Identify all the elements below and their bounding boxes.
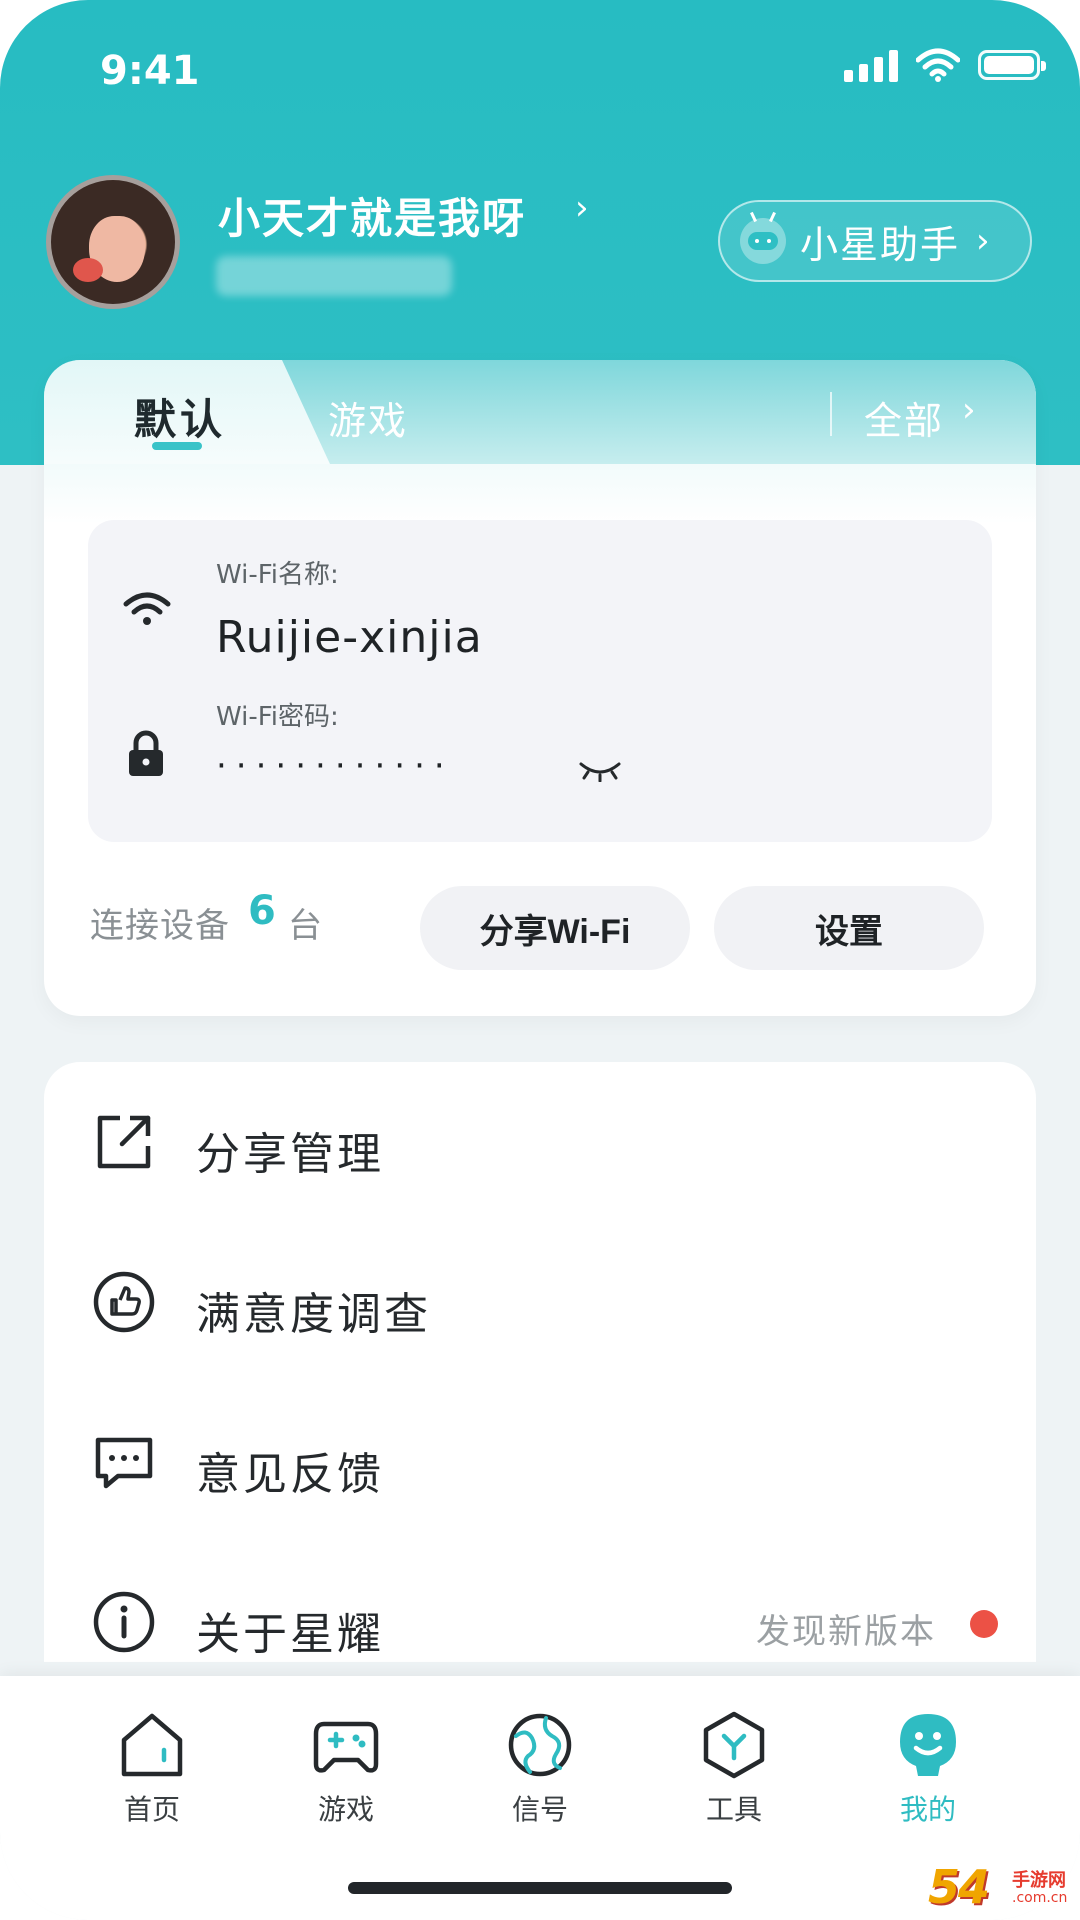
avatar[interactable] xyxy=(46,175,180,309)
tab-all-chevron-icon: › xyxy=(962,390,976,430)
nav-item-tools[interactable]: 工具 xyxy=(654,1710,814,1830)
lock-icon xyxy=(129,730,163,776)
nav-item-games[interactable]: 游戏 xyxy=(266,1710,426,1830)
new-version-note: 发现新版本 xyxy=(756,1612,936,1652)
site-watermark: 54 手游网 .com.cn xyxy=(928,1860,1074,1916)
tab-active-indicator xyxy=(152,442,202,450)
tab-default-label[interactable]: 默认 xyxy=(134,386,226,447)
tab-divider xyxy=(830,392,832,436)
menu-item-share-management[interactable]: 分享管理 xyxy=(44,1062,1036,1222)
username-chevron-icon: › xyxy=(575,188,589,228)
home-icon xyxy=(121,1713,183,1777)
gamepad-icon xyxy=(313,1721,379,1773)
wifi-status-icon xyxy=(916,48,960,82)
wifi-card: 默认 游戏 全部 › Wi-Fi名称: Ruijie-xinjia Wi-Fi密… xyxy=(44,360,1036,1016)
assistant-button[interactable]: 小星助手 › xyxy=(718,200,1032,282)
assistant-label: 小星助手 xyxy=(800,222,961,267)
nav-item-signal[interactable]: 信号 xyxy=(460,1710,620,1830)
wifi-name-label: Wi-Fi名称: xyxy=(216,560,339,590)
nav-label: 信号 xyxy=(511,1793,568,1826)
devices-unit: 台 xyxy=(288,906,322,946)
app-screen: 9:41 小天才就是我呀 › 小星助手 › 默认 游戏 全部 › Wi-Fi名称… xyxy=(0,0,1080,1920)
cellular-signal-icon xyxy=(844,48,898,82)
devices-label: 连接设备 xyxy=(90,906,230,946)
chat-bubble-icon xyxy=(95,1437,153,1489)
update-badge xyxy=(970,1610,998,1638)
robot-icon xyxy=(740,211,786,264)
home-indicator xyxy=(348,1882,732,1894)
tools-icon xyxy=(703,1711,765,1779)
wifi-password-value: ············ xyxy=(216,746,454,786)
menu-label: 意见反馈 xyxy=(196,1449,384,1500)
user-id-blurred xyxy=(216,256,452,296)
watermark-sub: .com.cn xyxy=(1012,1890,1068,1906)
tab-all[interactable]: 全部 xyxy=(864,390,944,445)
watermark-text: 手游网 xyxy=(1012,1870,1066,1891)
wifi-password-label: Wi-Fi密码: xyxy=(216,702,339,732)
nav-item-home[interactable]: 首页 xyxy=(72,1710,232,1830)
wifi-icon xyxy=(123,592,171,625)
battery-icon xyxy=(978,50,1046,80)
nav-item-me[interactable]: 我的 xyxy=(848,1710,1008,1830)
nav-label: 工具 xyxy=(705,1793,762,1826)
thumbs-up-icon xyxy=(93,1271,155,1333)
nav-label: 首页 xyxy=(123,1793,180,1826)
menu-label: 分享管理 xyxy=(196,1129,384,1180)
info-icon xyxy=(93,1591,155,1653)
tab-game[interactable]: 游戏 xyxy=(328,390,408,445)
profile-face-icon xyxy=(900,1714,956,1776)
devices-count: 6 xyxy=(248,888,276,934)
share-wifi-button[interactable]: 分享Wi-Fi xyxy=(420,886,690,970)
status-time: 9:41 xyxy=(100,48,200,94)
menu-item-feedback[interactable]: 意见反馈 xyxy=(44,1382,1036,1542)
menu-label: 关于星耀 xyxy=(196,1609,384,1660)
menu-item-survey[interactable]: 满意度调查 xyxy=(44,1222,1036,1382)
wifi-name-value: Ruijie-xinjia xyxy=(216,612,483,663)
nav-label: 我的 xyxy=(899,1793,956,1826)
menu-label: 满意度调查 xyxy=(196,1289,431,1340)
share-icon xyxy=(97,1115,151,1169)
watermark-number: 54 xyxy=(928,1860,990,1914)
signal-globe-icon xyxy=(508,1713,572,1777)
nav-label: 游戏 xyxy=(317,1793,374,1826)
username[interactable]: 小天才就是我呀 xyxy=(218,185,526,246)
settings-button[interactable]: 设置 xyxy=(714,886,984,970)
assistant-chevron-icon: › xyxy=(976,221,990,261)
eye-closed-icon[interactable] xyxy=(578,758,622,782)
status-icons xyxy=(844,48,1046,82)
menu-card: 分享管理 满意度调查 意见反馈 关于星耀 发现新版本 xyxy=(44,1062,1036,1662)
wifi-info-box: Wi-Fi名称: Ruijie-xinjia Wi-Fi密码: ········… xyxy=(88,520,992,842)
